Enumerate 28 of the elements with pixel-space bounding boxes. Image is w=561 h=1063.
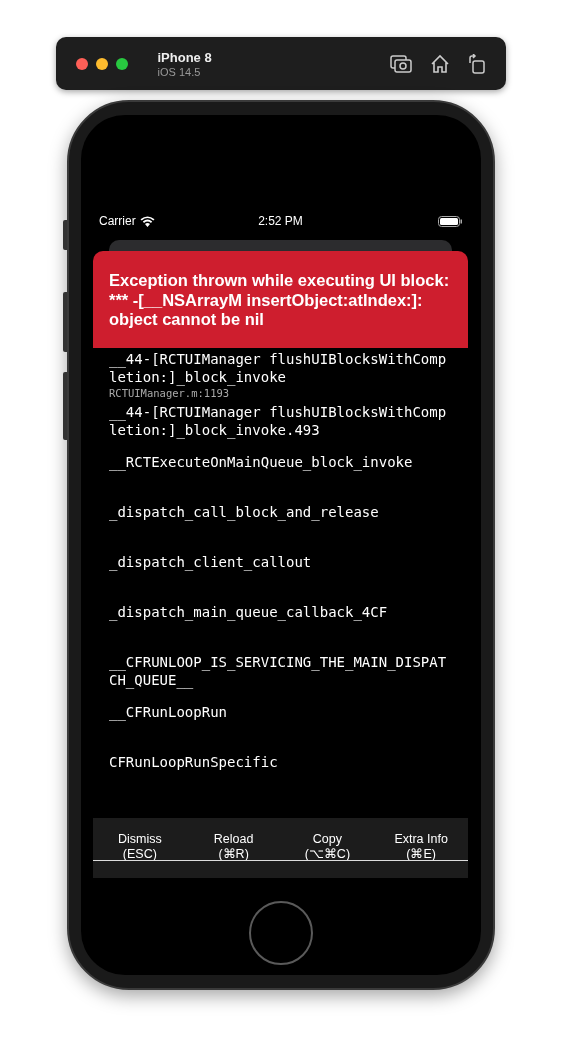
stack-frame-file: RCTUIManager.m:1193: [109, 386, 231, 401]
device-name: iPhone 8: [157, 49, 213, 65]
close-window-dot[interactable]: [75, 57, 88, 70]
home-button[interactable]: [248, 901, 313, 965]
home-icon[interactable]: [429, 53, 450, 74]
clock-time: 2:52 PM: [258, 214, 303, 228]
zoom-window-dot[interactable]: [115, 57, 128, 70]
stack-frame-method[interactable]: _dispatch_client_callout: [109, 552, 449, 571]
battery-icon: [438, 215, 462, 227]
carrier-name: Carrier: [99, 214, 136, 228]
rotate-icon[interactable]: [467, 53, 486, 74]
stack-frame-method[interactable]: CFRunLoopRunSpecific: [109, 752, 449, 771]
stack-frame-method[interactable]: __CFRunLoopRun: [109, 702, 449, 721]
stack-frame-method[interactable]: __44-[RCTUIManager flushUIBlocksWithCompletion:]_block_invoke.493: [109, 402, 449, 439]
stack-frame-method[interactable]: __RCTExecuteOnMainQueue_block_invoke: [109, 452, 449, 471]
wifi-icon: [139, 215, 155, 227]
os-version: iOS 14.5: [157, 65, 202, 78]
action-button[interactable]: Dismiss (ESC): [93, 818, 187, 862]
action-button[interactable]: Extra Info (⌘E): [374, 818, 468, 862]
action-button[interactable]: Copy (⌥⌘C): [280, 818, 375, 862]
stack-frame-method[interactable]: _dispatch_main_queue_callback_4CF: [109, 602, 449, 621]
stack-frame-method[interactable]: __44-[RCTUIManager flushUIBlocksWithCompletion:]_block_invoke: [109, 349, 449, 386]
camera-icon[interactable]: [389, 53, 412, 74]
action-button[interactable]: Reload (⌘R): [186, 818, 281, 862]
stack-frame-method[interactable]: _dispatch_call_block_and_release: [109, 502, 449, 521]
stack-frame-method[interactable]: __CFRUNLOOP_IS_SERVICING_THE_MAIN_DISPATCH_QUEUE__: [109, 652, 449, 689]
error-message: Exception thrown while executing UI block: *** -[__NSArrayM insertObject:atIndex:]: object cannot be nil: [93, 251, 468, 348]
minimize-window-dot[interactable]: [95, 57, 108, 70]
